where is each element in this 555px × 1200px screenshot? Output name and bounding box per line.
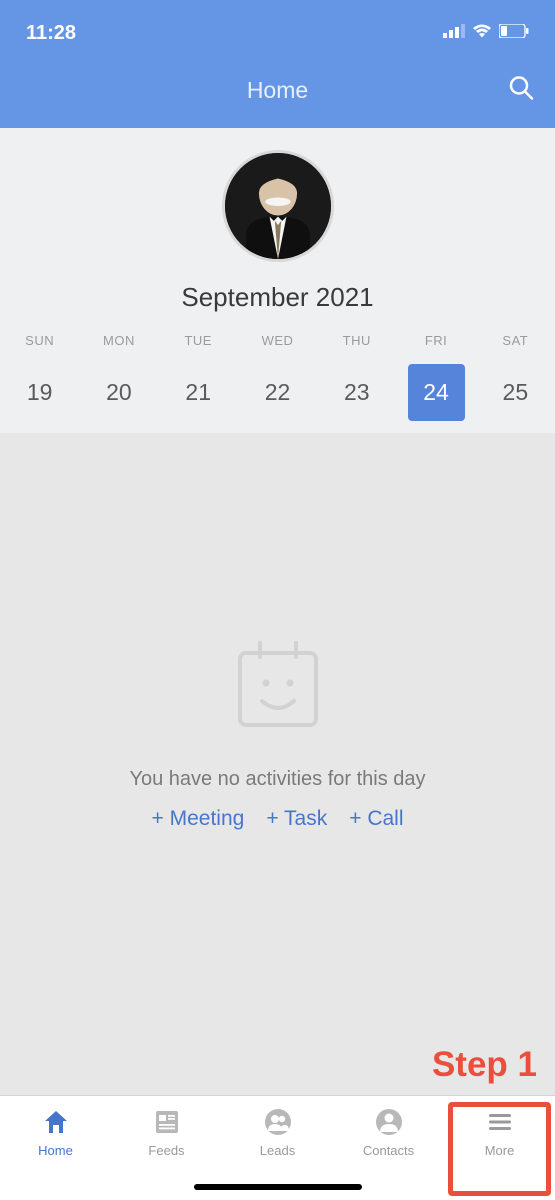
cellular-icon — [443, 24, 465, 43]
day-number[interactable]: 22 — [249, 364, 306, 421]
wifi-icon — [472, 24, 492, 43]
search-button[interactable] — [507, 74, 535, 107]
hamburger-icon — [484, 1106, 516, 1138]
home-icon — [40, 1106, 72, 1138]
status-time: 11:28 — [26, 22, 76, 45]
step-annotation: Step 1 — [432, 1045, 537, 1085]
tab-label: More — [485, 1143, 515, 1158]
avatar-container — [0, 150, 555, 262]
day-label: FRI — [425, 333, 447, 348]
tab-home[interactable]: Home — [0, 1106, 111, 1200]
tab-label: Contacts — [363, 1143, 414, 1158]
add-call-button[interactable]: + Call — [349, 807, 403, 831]
activities-section: You have no activities for this day + Me… — [0, 433, 555, 1123]
day-number[interactable]: 19 — [11, 364, 68, 421]
day-number[interactable]: 25 — [487, 364, 544, 421]
status-bar: 11:28 — [0, 0, 555, 52]
day-column[interactable]: THU 23 — [317, 333, 396, 421]
day-number[interactable]: 24 — [408, 364, 465, 421]
day-column[interactable]: SAT 25 — [476, 333, 555, 421]
contacts-icon — [373, 1106, 405, 1138]
day-label: TUE — [184, 333, 212, 348]
tab-label: Feeds — [148, 1143, 184, 1158]
nav-bar: Home — [0, 52, 555, 128]
avatar-image — [225, 153, 331, 259]
home-indicator[interactable] — [194, 1184, 362, 1190]
status-icons — [443, 24, 529, 43]
tab-more[interactable]: More — [444, 1106, 555, 1200]
day-column[interactable]: SUN 19 — [0, 333, 79, 421]
day-column[interactable]: TUE 21 — [159, 333, 238, 421]
month-title: September 2021 — [0, 282, 555, 313]
search-icon — [507, 74, 535, 102]
page-title: Home — [247, 77, 308, 104]
avatar[interactable] — [222, 150, 334, 262]
empty-message: You have no activities for this day — [129, 768, 425, 791]
day-column[interactable]: FRI 24 — [396, 333, 475, 421]
day-label: SUN — [25, 333, 54, 348]
day-label: WED — [262, 333, 294, 348]
tab-label: Home — [38, 1143, 73, 1158]
tab-label: Leads — [260, 1143, 295, 1158]
day-column[interactable]: MON 20 — [79, 333, 158, 421]
day-label: THU — [343, 333, 371, 348]
app-header: 11:28 Home — [0, 0, 555, 128]
day-number[interactable]: 23 — [328, 364, 385, 421]
add-meeting-button[interactable]: + Meeting — [152, 807, 245, 831]
leads-icon — [262, 1106, 294, 1138]
add-task-button[interactable]: + Task — [266, 807, 327, 831]
day-label: MON — [103, 333, 135, 348]
calendar-section: September 2021 SUN 19 MON 20 TUE 21 WED 22 THU 23… — [0, 128, 555, 433]
empty-calendar-icon — [228, 635, 328, 740]
feeds-icon — [151, 1106, 183, 1138]
battery-icon — [499, 24, 529, 43]
activity-actions: + Meeting + Task + Call — [152, 807, 404, 831]
week-row[interactable]: SUN 19 MON 20 TUE 21 WED 22 THU 23 FRI 24 SAT 25 — [0, 333, 555, 421]
day-number[interactable]: 21 — [170, 364, 227, 421]
day-label: SAT — [502, 333, 528, 348]
day-number[interactable]: 20 — [90, 364, 147, 421]
day-column[interactable]: WED 22 — [238, 333, 317, 421]
